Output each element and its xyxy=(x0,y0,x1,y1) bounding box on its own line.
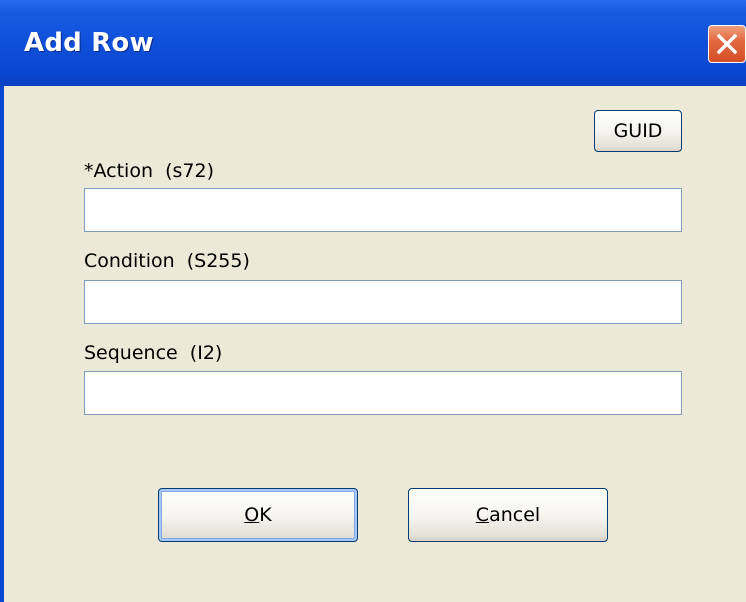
window-title: Add Row xyxy=(24,28,154,58)
sequence-label: Sequence (I2) xyxy=(84,342,223,364)
ok-label-rest: K xyxy=(259,504,272,526)
ok-mnemonic: O xyxy=(244,504,260,526)
condition-input[interactable] xyxy=(84,280,682,324)
action-label: *Action (s72) xyxy=(84,160,214,182)
add-row-dialog: Add Row GUID *Action (s72) Condition (S2… xyxy=(0,0,746,602)
title-bar[interactable]: Add Row xyxy=(0,0,746,86)
sequence-input[interactable] xyxy=(84,371,682,415)
cancel-mnemonic: C xyxy=(475,504,490,526)
window-border xyxy=(0,86,4,602)
close-button[interactable] xyxy=(708,25,746,63)
cancel-button[interactable]: Cancel xyxy=(408,488,608,542)
guid-button[interactable]: GUID xyxy=(594,110,682,152)
cancel-label-rest: ancel xyxy=(489,504,541,526)
action-input[interactable] xyxy=(84,188,682,232)
condition-label: Condition (S255) xyxy=(84,250,250,272)
ok-button[interactable]: OK xyxy=(158,488,358,542)
